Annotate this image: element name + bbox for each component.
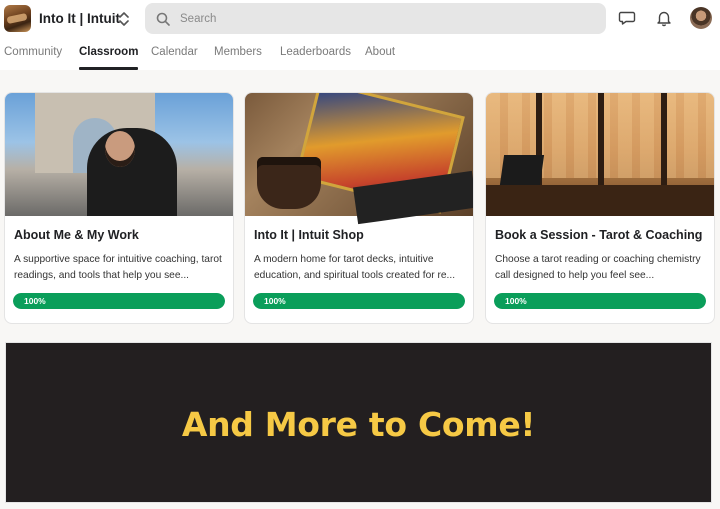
community-brand[interactable]: Into It | Intuit [4, 5, 120, 32]
progress-label: 100% [264, 296, 286, 306]
community-logo [4, 5, 31, 32]
top-header: Into It | Intuit Community Classroom Cal… [0, 0, 720, 70]
course-card[interactable]: Book a Session - Tarot & Coaching Choose… [485, 92, 715, 324]
search-input[interactable] [180, 12, 580, 25]
course-card[interactable]: About Me & My Work A supportive space fo… [4, 92, 234, 324]
notifications-button[interactable] [654, 8, 674, 28]
search-icon [156, 12, 170, 26]
banner-text: And More to Come! [181, 405, 536, 444]
course-title: About Me & My Work [14, 228, 139, 242]
nav-tabs: Community Classroom Calendar Members Lea… [0, 38, 720, 70]
progress-fill: 100% [13, 293, 225, 309]
tab-classroom[interactable]: Classroom [79, 38, 139, 70]
progress-fill: 100% [253, 293, 465, 309]
tab-leaderboards[interactable]: Leaderboards [280, 38, 351, 70]
chat-button[interactable] [617, 8, 637, 28]
course-title: Into It | Intuit Shop [254, 228, 364, 242]
tab-calendar[interactable]: Calendar [151, 38, 198, 70]
course-progress-bar: 100% [253, 293, 465, 309]
search-bar[interactable] [145, 3, 606, 34]
course-progress-bar: 100% [13, 293, 225, 309]
course-description: Choose a tarot reading or coaching chemi… [495, 254, 701, 281]
course-cover-image [5, 93, 233, 216]
tab-about[interactable]: About [365, 38, 395, 70]
bell-icon [657, 11, 671, 27]
chat-icon [618, 11, 636, 25]
course-progress-bar: 100% [494, 293, 706, 309]
community-switcher-chevron-updown-icon[interactable] [117, 9, 131, 29]
course-description: A supportive space for intuitive coachin… [14, 254, 222, 281]
tab-members[interactable]: Members [214, 38, 262, 70]
coming-soon-banner[interactable]: And More to Come! [5, 342, 712, 503]
course-cover-image [486, 93, 714, 216]
tab-community[interactable]: Community [4, 38, 62, 70]
course-description: A modern home for tarot decks, intuitive… [254, 254, 456, 281]
course-card[interactable]: Into It | Intuit Shop A modern home for … [244, 92, 474, 324]
progress-label: 100% [24, 296, 46, 306]
community-name: Into It | Intuit [39, 11, 120, 26]
course-title: Book a Session - Tarot & Coaching [495, 228, 703, 242]
progress-fill: 100% [494, 293, 706, 309]
progress-label: 100% [505, 296, 527, 306]
course-cover-image [245, 93, 473, 225]
user-avatar[interactable] [690, 7, 712, 29]
